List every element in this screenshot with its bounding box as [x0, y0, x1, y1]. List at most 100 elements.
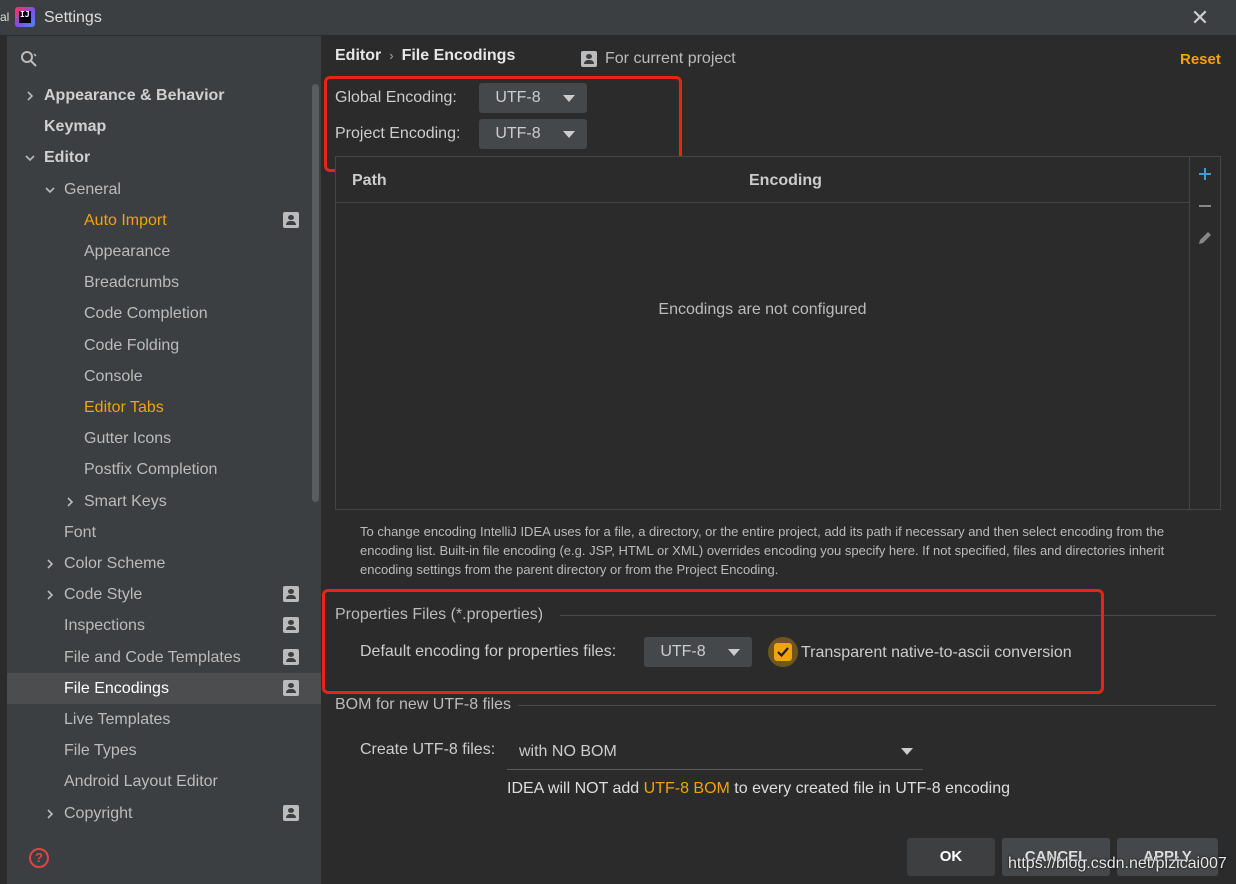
project-scope-icon [283, 617, 299, 634]
sidebar-item-inspections[interactable]: Inspections [7, 610, 321, 641]
sidebar-item-appearance[interactable]: Appearance [7, 236, 321, 267]
sidebar-item-auto-import[interactable]: Auto Import [7, 205, 321, 236]
close-icon[interactable]: ✕ [1188, 6, 1212, 30]
watermark-text: https://blog.csdn.net/pizicai007 [1008, 855, 1227, 872]
sidebar-item-label: Appearance & Behavior [44, 87, 225, 104]
breadcrumb-parent[interactable]: Editor [335, 47, 381, 64]
edge-text-fragment: al [0, 10, 10, 24]
table-header-divider [336, 202, 1189, 203]
project-scope-icon [283, 648, 299, 665]
project-scope-icon [283, 211, 299, 228]
remove-icon[interactable] [1196, 197, 1214, 215]
bom-dropdown[interactable]: with NO BOM [507, 736, 923, 770]
chevron-right-icon[interactable] [64, 496, 76, 508]
column-header-path[interactable]: Path [352, 172, 387, 190]
chevron-right-icon[interactable] [44, 808, 56, 820]
logo-text: IJ [20, 10, 30, 19]
bom-note-link[interactable]: UTF-8 BOM [644, 780, 730, 797]
sidebar-item-breadcrumbs[interactable]: Breadcrumbs [7, 267, 321, 298]
sidebar-item-label: Keymap [44, 118, 107, 136]
table-toolbar [1189, 156, 1221, 510]
settings-sidebar: Appearance & Behavior Keymap Editor General… [7, 36, 321, 884]
sidebar-item-code-completion[interactable]: Code Completion [7, 298, 321, 329]
scope-label: For current project [605, 50, 736, 67]
reset-link[interactable]: Reset [1180, 51, 1221, 68]
sidebar-item-label: Copyright [64, 804, 133, 822]
bom-note-prefix: IDEA will NOT add [507, 780, 644, 797]
dropdown-arrow-icon [901, 748, 913, 755]
bom-section-divider [518, 705, 1216, 706]
title-bar: al IJ Settings ✕ [0, 0, 1236, 36]
window-title: Settings [44, 9, 102, 26]
encoding-description: To change encoding IntelliJ IDEA uses fo… [360, 524, 1165, 577]
sidebar-item-code-style[interactable]: Code Style [7, 579, 321, 610]
chevron-right-icon[interactable] [24, 90, 36, 102]
bom-section-title: BOM for new UTF-8 files [335, 696, 512, 713]
edit-icon[interactable] [1196, 229, 1214, 247]
sidebar-item-label: Gutter Icons [84, 430, 172, 448]
chevron-right-icon[interactable] [44, 558, 56, 570]
create-utf8-label: Create UTF-8 files: [360, 741, 496, 758]
breadcrumb-separator: › [389, 48, 394, 63]
sidebar-item-label: Color Scheme [64, 555, 166, 572]
add-icon[interactable] [1196, 165, 1214, 183]
sidebar-item-android-layout-editor[interactable]: Android Layout Editor [7, 766, 321, 797]
project-scope-icon [283, 804, 299, 821]
sidebar-item-label: Live Templates [64, 711, 171, 728]
sidebar-item-label: Console [84, 367, 143, 385]
breadcrumb: Editor › File Encodings [335, 47, 515, 65]
breadcrumb-current: File Encodings [401, 47, 516, 64]
sidebar-item-editor-tabs[interactable]: Editor Tabs [7, 392, 321, 423]
bom-note: IDEA will NOT add UTF-8 BOM to every cre… [507, 780, 1010, 798]
sidebar-item-postfix-completion[interactable]: Postfix Completion [7, 454, 321, 485]
sidebar-item-label: General [64, 180, 121, 198]
sidebar-item-file-encodings[interactable]: File Encodings [7, 672, 321, 704]
project-scope-icon [283, 586, 299, 603]
path-encoding-table[interactable]: Path Encoding Encodings are not configur… [335, 156, 1190, 510]
bom-dropdown-value: with NO BOM [519, 743, 617, 760]
sidebar-item-file-and-code-templates[interactable]: File and Code Templates [7, 642, 321, 673]
sidebar-item-copyright[interactable]: Copyright [7, 798, 321, 829]
sidebar-item-label: Auto Import [84, 211, 167, 229]
search-icon[interactable] [20, 50, 38, 68]
sidebar-item-keymap[interactable]: Keymap [7, 111, 321, 142]
sidebar-item-label: Code Style [64, 586, 143, 604]
sidebar-item-console[interactable]: Console [7, 361, 321, 392]
table-empty-text: Encodings are not configured [658, 301, 867, 318]
help-icon[interactable]: ? [29, 848, 49, 868]
sidebar-item-smart-keys[interactable]: Smart Keys [7, 486, 321, 517]
intellij-logo-icon: IJ [15, 7, 35, 27]
bom-note-suffix: to every created file in UTF-8 encoding [729, 780, 1010, 797]
ok-button[interactable]: OK [907, 838, 995, 876]
sidebar-scrollbar[interactable] [312, 84, 319, 502]
sidebar-item-label: Code Completion [84, 305, 208, 323]
chevron-down-icon[interactable] [44, 184, 56, 196]
sidebar-item-live-templates[interactable]: Live Templates [7, 704, 321, 735]
sidebar-item-font[interactable]: Font [7, 517, 321, 548]
column-header-encoding[interactable]: Encoding [749, 172, 822, 190]
sidebar-item-gutter-icons[interactable]: Gutter Icons [7, 423, 321, 454]
chevron-down-icon[interactable] [24, 152, 36, 164]
sidebar-item-general[interactable]: General [7, 174, 321, 205]
sidebar-item-label: Editor [44, 149, 91, 167]
sidebar-item-editor[interactable]: Editor [7, 142, 321, 173]
sidebar-item-label: File Encodings [64, 679, 169, 697]
chevron-right-icon[interactable] [44, 589, 56, 601]
sidebar-item-label: Font [64, 523, 97, 541]
sidebar-item-label: Postfix Completion [84, 461, 218, 479]
project-scope-icon [581, 51, 597, 67]
sidebar-item-label: Android Layout Editor [64, 773, 218, 791]
sidebar-item-appearance-behavior[interactable]: Appearance & Behavior [7, 80, 321, 111]
sidebar-item-code-folding[interactable]: Code Folding [7, 330, 321, 361]
sidebar-item-color-scheme[interactable]: Color Scheme [7, 548, 321, 579]
properties-highlight-box [322, 589, 1104, 694]
sidebar-item-label: Editor Tabs [84, 399, 164, 416]
sidebar-item-label: Code Folding [84, 336, 180, 354]
sidebar-item-file-types[interactable]: File Types [7, 735, 321, 766]
sidebar-item-label: File Types [64, 742, 137, 760]
sidebar-item-label: Appearance [84, 243, 171, 260]
sidebar-item-label: Breadcrumbs [84, 274, 180, 292]
sidebar-item-label: File and Code Templates [64, 648, 241, 666]
sidebar-item-label: Smart Keys [84, 492, 167, 510]
sidebar-item-label: Inspections [64, 617, 145, 635]
